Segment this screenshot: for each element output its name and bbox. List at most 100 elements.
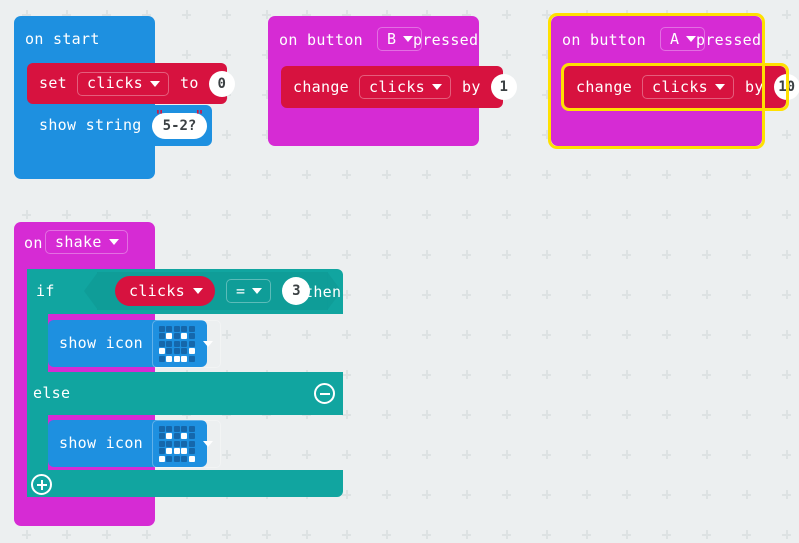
led-cell — [181, 340, 188, 347]
on-button-prefix-label-b: on button — [279, 31, 363, 49]
led-cell — [188, 448, 195, 454]
variable-name-label-cond: clicks — [129, 281, 185, 300]
led-cell — [173, 355, 180, 362]
if-bottom-bar — [27, 470, 343, 497]
operator-dropdown[interactable]: = — [226, 279, 272, 303]
chevron-down-icon — [150, 80, 160, 87]
led-cell — [166, 440, 173, 447]
then-label: then — [304, 283, 342, 301]
led-cell — [181, 325, 188, 332]
led-cell — [188, 425, 195, 432]
minus-circle-icon[interactable] — [314, 383, 335, 404]
led-cell — [166, 455, 173, 462]
led-cell — [166, 448, 173, 454]
icon-dropdown-happy[interactable] — [151, 319, 221, 368]
led-cell — [181, 348, 188, 354]
button-name-label-a: A — [670, 29, 680, 48]
variable-dropdown-clicks-b[interactable]: clicks — [359, 75, 451, 99]
plus-circle-icon[interactable] — [31, 474, 52, 495]
change-variable-block-a[interactable]: change clicks by 10 — [564, 66, 799, 108]
variable-reporter-clicks[interactable]: clicks — [115, 276, 215, 306]
on-start-label: on start — [25, 30, 100, 48]
button-name-label-b: B — [387, 29, 397, 48]
set-middle-label: to — [180, 74, 199, 92]
led-cell — [188, 433, 195, 439]
led-cell — [158, 440, 165, 447]
change-variable-block-b[interactable]: change clicks by 1 — [281, 66, 517, 108]
if-label: if — [36, 282, 55, 300]
change-prefix-label-a: change — [576, 77, 632, 96]
led-cell — [166, 340, 173, 347]
on-shake-prefix-label: on — [24, 234, 43, 252]
led-cell — [181, 455, 188, 462]
variable-dropdown-clicks[interactable]: clicks — [77, 71, 169, 96]
comparison-block[interactable]: clicks = 3 — [97, 272, 329, 310]
led-cell — [158, 425, 165, 432]
led-cell — [181, 433, 188, 439]
change-middle-label-b: by — [462, 77, 481, 96]
number-input-10[interactable]: 10 — [773, 74, 799, 100]
chevron-down-icon — [432, 84, 442, 90]
chevron-down-icon — [193, 288, 203, 294]
led-cell — [158, 340, 165, 347]
led-cell — [181, 448, 188, 454]
led-cell — [166, 348, 173, 354]
number-input-1[interactable]: 1 — [490, 74, 517, 100]
set-prefix-label: set — [39, 74, 67, 92]
change-prefix-label-b: change — [293, 77, 349, 96]
variable-name-label-a: clicks — [652, 77, 708, 96]
show-icon-label-sad: show icon — [59, 434, 143, 452]
led-cell — [158, 333, 165, 339]
led-cell — [173, 340, 180, 347]
show-icon-block-sad[interactable]: show icon — [48, 419, 221, 468]
led-cell — [158, 448, 165, 454]
led-cell — [181, 425, 188, 432]
gesture-name-label: shake — [55, 232, 102, 251]
led-cell — [173, 448, 180, 454]
led-cell — [181, 355, 188, 362]
happy-face-icon — [158, 325, 195, 362]
show-string-label: show string — [39, 116, 142, 134]
led-cell — [173, 425, 180, 432]
led-cell — [188, 355, 195, 362]
led-cell — [166, 333, 173, 339]
icon-dropdown-sad[interactable] — [151, 419, 221, 468]
chevron-down-icon — [686, 36, 697, 42]
led-cell — [173, 455, 180, 462]
led-cell — [173, 325, 180, 332]
operator-label: = — [236, 281, 246, 300]
condition-slot[interactable]: clicks = 3 — [97, 272, 329, 310]
led-cell — [158, 455, 165, 462]
led-cell — [173, 440, 180, 447]
else-label: else — [33, 384, 71, 402]
gesture-dropdown-shake[interactable]: shake — [45, 230, 128, 254]
show-string-block[interactable]: show string " 5-2? " — [27, 105, 212, 146]
led-cell — [173, 433, 180, 439]
led-cell — [166, 425, 173, 432]
on-button-suffix-label-a: pressed — [696, 31, 762, 49]
led-cell — [188, 325, 195, 332]
set-variable-block[interactable]: set clicks to 0 — [27, 63, 235, 104]
number-input-0[interactable]: 0 — [208, 70, 235, 97]
led-cell — [166, 355, 173, 362]
led-cell — [166, 433, 173, 439]
string-input-value: 5-2? — [162, 117, 197, 134]
chevron-down-icon — [403, 36, 414, 42]
string-input-field[interactable]: " 5-2? " — [151, 110, 208, 139]
led-cell — [173, 348, 180, 354]
on-button-suffix-label-b: pressed — [413, 31, 479, 49]
led-cell — [188, 348, 195, 354]
led-cell — [181, 333, 188, 339]
led-cell — [166, 325, 173, 332]
led-cell — [188, 455, 195, 462]
show-icon-label-happy: show icon — [59, 334, 143, 352]
show-icon-block-happy[interactable]: show icon — [48, 319, 221, 368]
else-header-bar[interactable] — [27, 372, 343, 415]
chevron-down-icon — [108, 239, 119, 245]
change-middle-label-a: by — [745, 77, 764, 96]
led-cell — [158, 355, 165, 362]
led-cell — [158, 325, 165, 332]
variable-dropdown-clicks-a[interactable]: clicks — [642, 75, 734, 99]
led-cell — [188, 340, 195, 347]
led-cell — [181, 440, 188, 447]
